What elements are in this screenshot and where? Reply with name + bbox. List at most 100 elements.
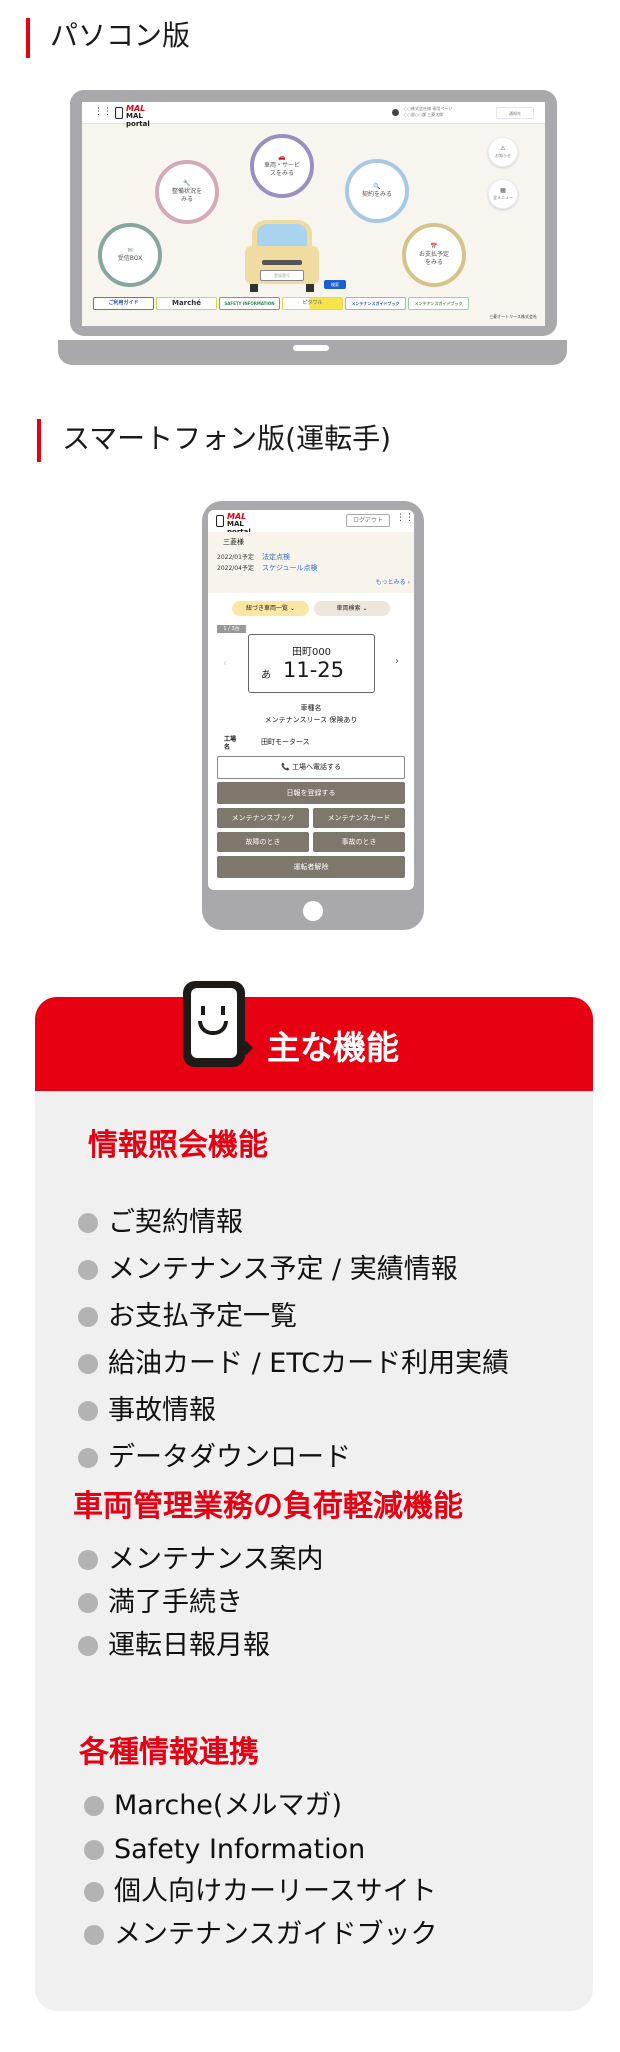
breakdown-button[interactable]: 故障のとき bbox=[217, 832, 309, 852]
plate-search-input[interactable]: 登録番号 bbox=[260, 270, 304, 281]
schedule-link[interactable]: スケジュール点検 bbox=[262, 564, 318, 573]
list-item: Marche(メルマガ) bbox=[84, 1789, 342, 1823]
maintenance-book-button[interactable]: メンテナンスブック bbox=[217, 808, 309, 828]
logout-button[interactable]: ログアウト bbox=[346, 514, 390, 527]
item-label: 満了手続き bbox=[108, 1587, 243, 1618]
bullet-icon bbox=[78, 1260, 98, 1280]
list-item: ご契約情報 bbox=[78, 1206, 243, 1240]
banner-guide[interactable]: ご利用ガイド bbox=[93, 297, 154, 310]
features-panel: 主な機能 情報照会機能 ご契約情報 メンテナンス予定 / 実績情報 お支払予定一… bbox=[35, 997, 593, 2011]
list-item: 給油カード / ETCカード利用実績 bbox=[78, 1347, 509, 1381]
vehicle-service-button[interactable]: 🚗 車両・サービスをみる bbox=[250, 134, 314, 198]
heading-accent-bar bbox=[26, 18, 30, 58]
item-label: メンテナンス予定 / 実績情報 bbox=[108, 1254, 458, 1285]
label: 車両検索 bbox=[336, 605, 361, 612]
bullet-icon bbox=[78, 1593, 98, 1613]
item-label: ご契約情報 bbox=[108, 1207, 243, 1238]
apps-grid-icon[interactable]: ⋮⋮ bbox=[94, 108, 112, 117]
label: 整備状況をみる bbox=[171, 188, 202, 203]
mal-portal-logo[interactable]: MAL MAL portal bbox=[115, 104, 155, 128]
linked-vehicles-dropdown[interactable]: 紐づき車両一覧 ⌄ bbox=[232, 601, 309, 616]
item-label: 運転日報月報 bbox=[108, 1630, 270, 1661]
menu-grid-icon[interactable]: ⋮⋮ bbox=[396, 513, 414, 523]
factory-label: 工場名 bbox=[224, 736, 237, 751]
plate-kana: あ bbox=[261, 670, 271, 681]
pc-footer: 三菱オートリース株式会社 bbox=[489, 314, 537, 319]
plate-number: 11-25 bbox=[283, 658, 345, 682]
list-item: メンテナンスガイドブック bbox=[84, 1918, 437, 1952]
user-icon bbox=[392, 109, 399, 116]
item-label: メンテナンス案内 bbox=[108, 1544, 324, 1575]
notice-button[interactable]: ⚠ お知らせ bbox=[488, 137, 518, 167]
label: お支払予定をみる bbox=[418, 251, 449, 266]
item-label: 事故情報 bbox=[108, 1395, 216, 1426]
vehicle-counter: 1 / 3台 bbox=[217, 625, 246, 633]
schedule-date: 2022/04予定 bbox=[217, 565, 254, 572]
vehicle-search-dropdown[interactable]: 車両検索 ⌄ bbox=[314, 601, 390, 616]
banner-maintenance-guide-2[interactable]: メンテナンスガイドブック bbox=[408, 297, 469, 310]
sp-screen: MAL MAL portal ログアウト ⋮⋮ 三菱様 2022/01予定 法定… bbox=[208, 510, 414, 890]
daily-report-button[interactable]: 日報を登録する bbox=[217, 782, 405, 804]
list-item: データダウンロード bbox=[78, 1441, 351, 1475]
banner-maintenance-guide-1[interactable]: メンテナンスガイドブック bbox=[345, 297, 406, 310]
bullet-icon bbox=[84, 1796, 104, 1816]
list-item: お支払予定一覧 bbox=[78, 1300, 297, 1334]
label: 車両・サービスをみる bbox=[263, 162, 300, 177]
maintenance-card-button[interactable]: メンテナンスカード bbox=[313, 808, 405, 828]
laptop-base bbox=[58, 340, 567, 365]
next-chevron-icon[interactable]: › bbox=[395, 656, 399, 667]
banner-safety[interactable]: SAFETY INFORMATION bbox=[219, 297, 280, 310]
car-illustration: 登録番号 bbox=[242, 220, 322, 292]
schedule-link[interactable]: 法定点検 bbox=[262, 553, 290, 562]
section-title: 情報照会機能 bbox=[88, 1128, 268, 1163]
header-button[interactable]: 通知先 bbox=[496, 107, 534, 119]
schedule-date: 2022/01予定 bbox=[217, 554, 254, 561]
call-factory-button[interactable]: 📞 工場へ電話する bbox=[217, 756, 405, 779]
maintenance-status-button[interactable]: 🔧 整備状況をみる bbox=[155, 160, 219, 224]
mal-portal-logo[interactable]: MAL MAL portal bbox=[216, 513, 256, 536]
accident-button[interactable]: 事故のとき bbox=[313, 832, 405, 852]
user-name: ○○部○○課 三菱太郎 bbox=[404, 112, 444, 117]
phone-home-button bbox=[303, 901, 323, 921]
label: 工場へ電話する bbox=[291, 763, 341, 771]
label: 契約をみる bbox=[361, 191, 392, 198]
bullet-icon bbox=[84, 1882, 104, 1902]
item-label: お支払予定一覧 bbox=[108, 1301, 297, 1332]
license-plate: 田町000 あ 11-25 bbox=[248, 634, 375, 693]
more-link[interactable]: もっとみる › bbox=[376, 579, 410, 587]
label: お知らせ bbox=[495, 153, 511, 158]
pc-header: ⋮⋮ MAL MAL portal ○○株式会社様 専用ページ ○○部○○課 三… bbox=[82, 102, 545, 128]
list-item: 個人向けカーリースサイト bbox=[84, 1875, 437, 1909]
banner-pitawaru[interactable]: ピタワル bbox=[282, 297, 343, 310]
plate-region: 田町000 bbox=[291, 647, 332, 658]
banner-marche[interactable]: Marché bbox=[156, 297, 217, 310]
list-item: メンテナンス予定 / 実績情報 bbox=[78, 1253, 458, 1287]
item-label: Safety Information bbox=[114, 1834, 366, 1865]
section-title: 車両管理業務の負荷軽減機能 bbox=[73, 1489, 463, 1524]
release-driver-button[interactable]: 運転者解除 bbox=[217, 856, 405, 878]
bullet-icon bbox=[84, 1840, 104, 1860]
prev-chevron-icon[interactable]: ‹ bbox=[223, 658, 227, 669]
contract-button[interactable]: 🔍 契約をみる bbox=[345, 159, 409, 223]
all-menu-button[interactable]: ▦ 全メニュー bbox=[488, 179, 518, 209]
search-button[interactable]: 検索 bbox=[324, 280, 346, 289]
laptop-notch bbox=[293, 345, 329, 351]
label: 受信BOX bbox=[117, 255, 143, 262]
payment-schedule-button[interactable]: 📅 お支払予定をみる bbox=[402, 223, 466, 287]
phone-icon: 📞 bbox=[281, 763, 292, 771]
item-label: Marche(メルマガ) bbox=[114, 1790, 342, 1821]
car-model: 車種名 bbox=[300, 704, 322, 712]
label: 紐づき車両一覧 bbox=[246, 605, 289, 612]
bullet-icon bbox=[84, 1925, 104, 1945]
pc-heading: パソコン版 bbox=[50, 19, 191, 52]
label: 全メニュー bbox=[493, 195, 513, 200]
bullet-icon bbox=[78, 1636, 98, 1656]
smiling-phone-mascot-icon bbox=[183, 981, 254, 1067]
heading-accent-bar bbox=[37, 419, 41, 462]
inbox-button[interactable]: ✉ 受信BOX bbox=[98, 223, 162, 287]
bullet-icon bbox=[78, 1213, 98, 1233]
bullet-icon bbox=[78, 1448, 98, 1468]
smartphone-heading: スマートフォン版(運転手) bbox=[62, 422, 392, 455]
item-label: データダウンロード bbox=[108, 1442, 351, 1473]
factory-name: 田町モータース bbox=[261, 738, 310, 746]
